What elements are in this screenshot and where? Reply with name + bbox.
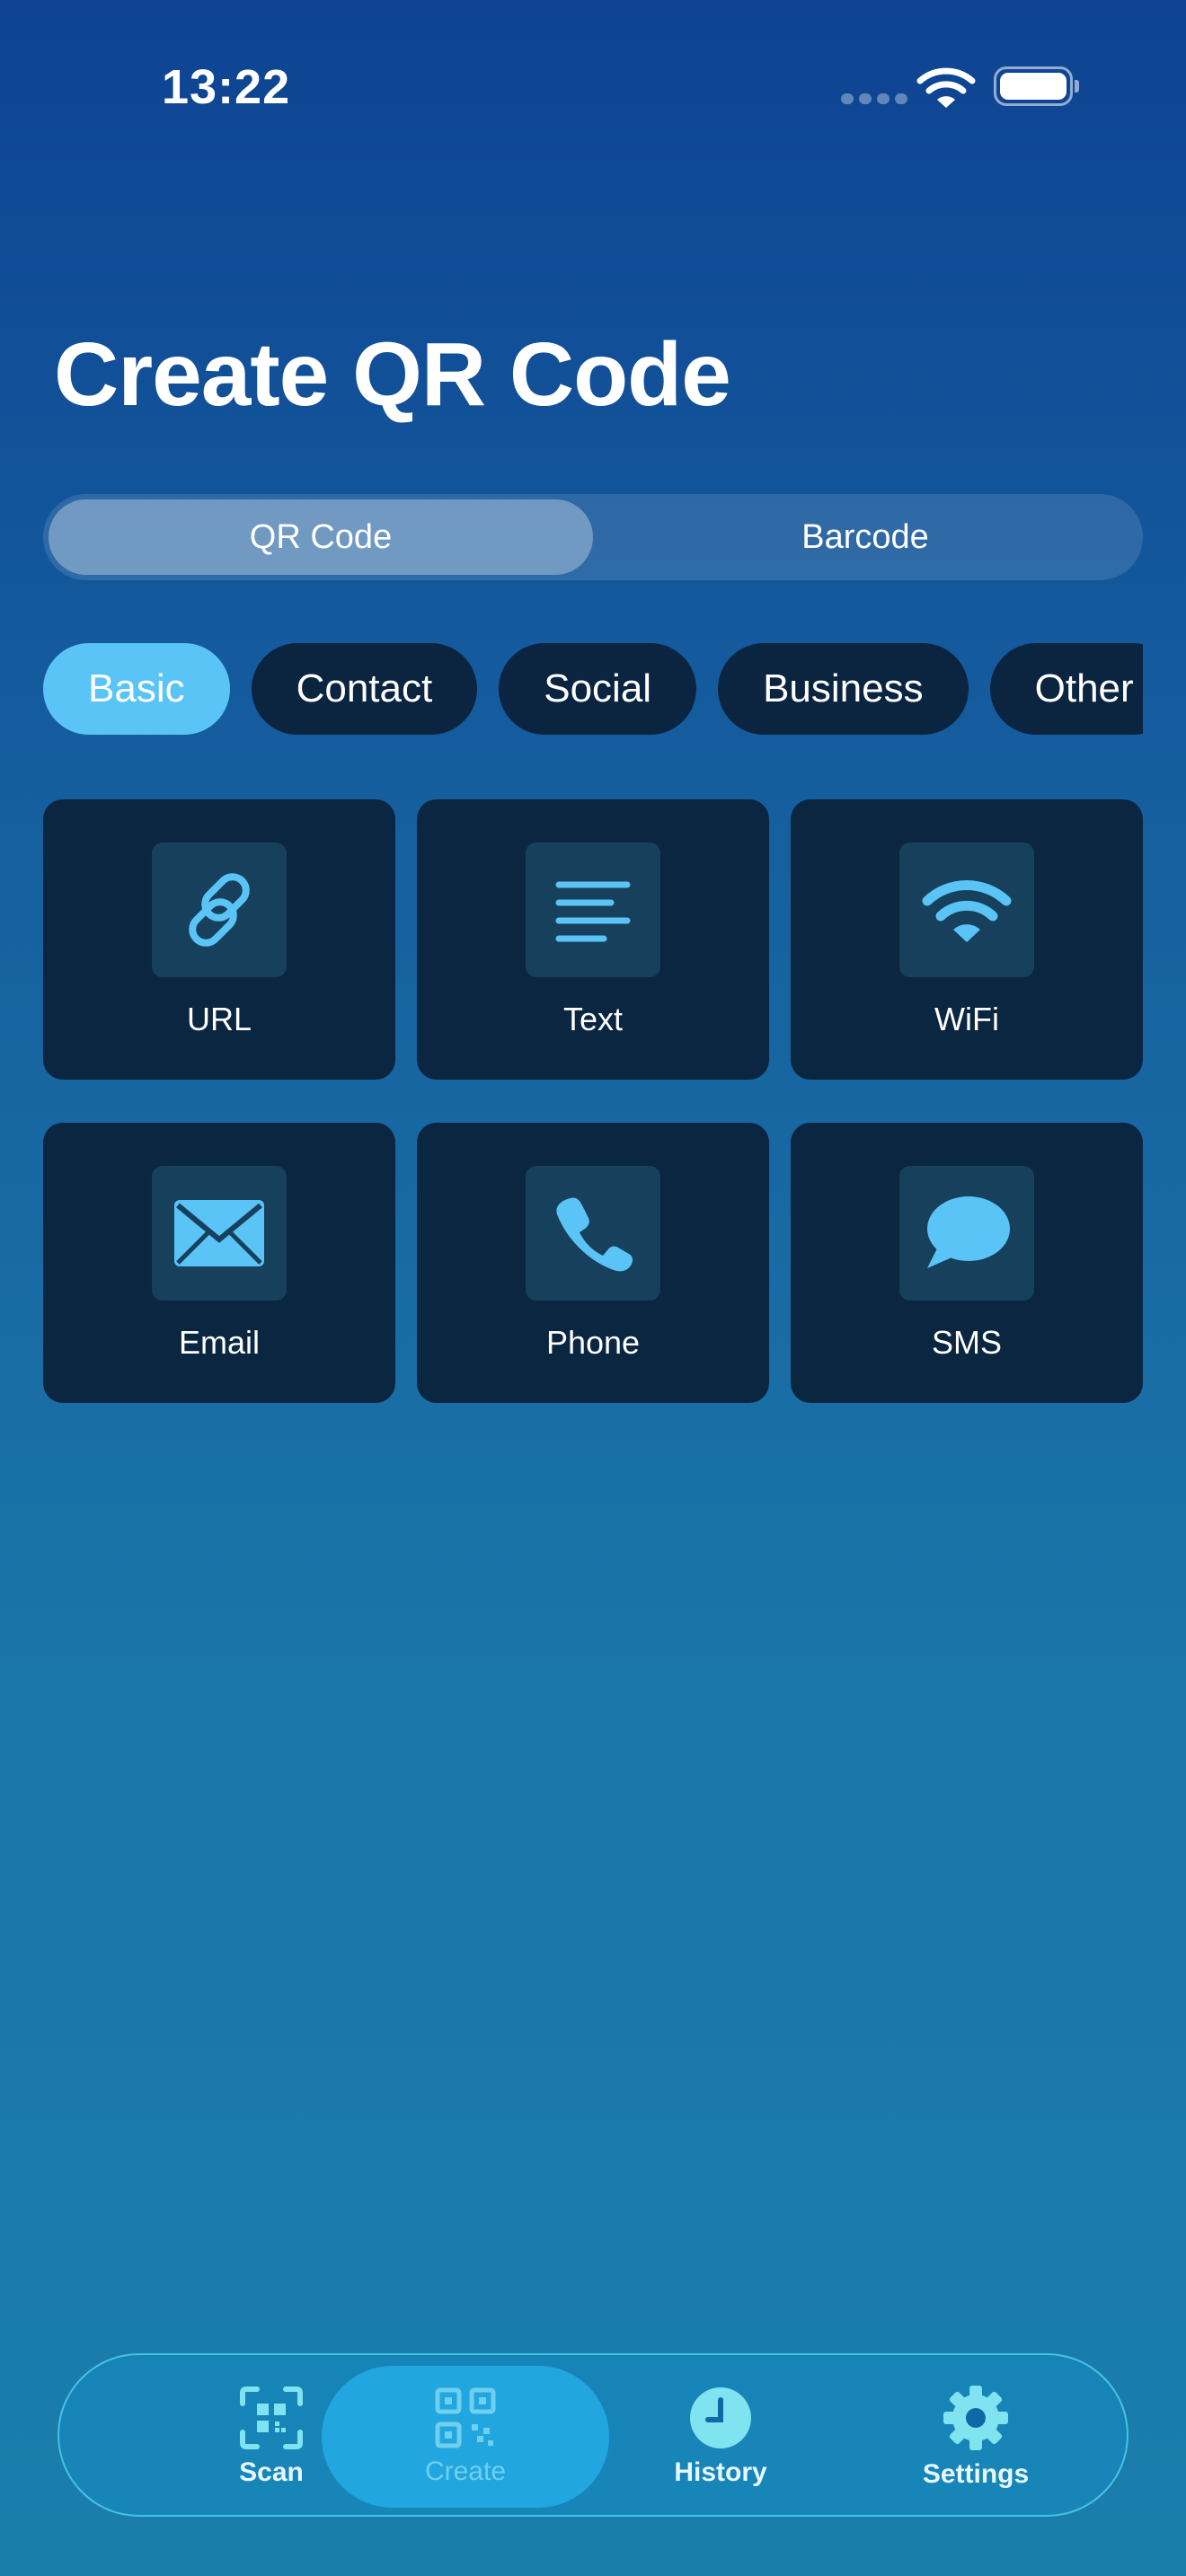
- type-card-url[interactable]: URL: [43, 799, 395, 1080]
- type-label: Email: [178, 1324, 261, 1361]
- chip-other[interactable]: Other: [989, 643, 1143, 735]
- segment-barcode[interactable]: Barcode: [593, 499, 1137, 575]
- qr-type-grid: URL Text WiFi Email Phone SMS: [43, 799, 1143, 1403]
- type-card-wifi[interactable]: WiFi: [791, 799, 1143, 1080]
- tab-settings[interactable]: Settings: [850, 2366, 1102, 2508]
- chip-basic[interactable]: Basic: [43, 643, 230, 735]
- wifi-status-icon: [916, 67, 976, 108]
- code-type-segmented-control: QR Code Barcode: [43, 494, 1143, 580]
- tab-label: Scan: [239, 2457, 304, 2487]
- type-label: WiFi: [934, 1001, 999, 1037]
- tab-label: History: [674, 2457, 767, 2487]
- type-card-email[interactable]: Email: [43, 1123, 395, 1403]
- status-time: 13:22: [162, 60, 291, 114]
- envelope-icon: [152, 1166, 287, 1301]
- tab-label: Settings: [922, 2459, 1030, 2489]
- cellular-signal-icon: [841, 93, 907, 104]
- category-chips[interactable]: Basic Contact Social Business Other: [43, 643, 1143, 737]
- phone-icon: [526, 1166, 660, 1301]
- page-title: Create QR Code: [54, 324, 731, 425]
- type-card-phone[interactable]: Phone: [417, 1123, 769, 1403]
- tab-label: Create: [424, 2457, 507, 2486]
- type-label: Phone: [545, 1324, 641, 1361]
- chip-social[interactable]: Social: [499, 643, 697, 735]
- text-lines-icon: [526, 842, 660, 977]
- tab-history[interactable]: History: [595, 2366, 846, 2508]
- wifi-icon: [899, 842, 1034, 977]
- qr-scan-icon: [240, 2386, 303, 2449]
- type-card-text[interactable]: Text: [417, 799, 769, 1080]
- clock-icon: [690, 2387, 751, 2448]
- tab-bar: Scan Create History Settings: [58, 2353, 1128, 2517]
- qr-code-icon: [435, 2387, 496, 2448]
- type-label: URL: [186, 1001, 252, 1037]
- chip-business[interactable]: Business: [718, 643, 969, 735]
- type-card-sms[interactable]: SMS: [791, 1123, 1143, 1403]
- tab-create[interactable]: Create: [322, 2366, 609, 2508]
- link-icon: [152, 842, 287, 977]
- battery-icon: [994, 66, 1079, 106]
- status-bar: 13:22: [0, 0, 1186, 180]
- type-label: Text: [562, 1001, 624, 1037]
- segment-qr-code[interactable]: QR Code: [49, 499, 593, 575]
- chip-contact[interactable]: Contact: [251, 643, 478, 735]
- type-label: SMS: [931, 1324, 1002, 1361]
- message-bubble-icon: [899, 1166, 1034, 1301]
- gear-icon: [943, 2386, 1008, 2450]
